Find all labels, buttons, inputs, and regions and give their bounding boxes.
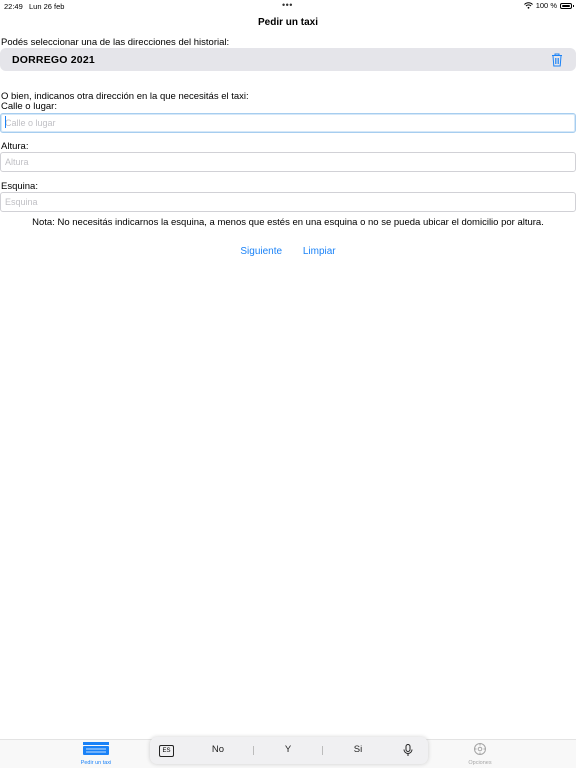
street-input[interactable] (0, 113, 576, 133)
history-item[interactable]: DORREGO 2021 (0, 48, 576, 71)
microphone-icon[interactable] (403, 744, 413, 757)
clear-button[interactable]: Limpiar (303, 246, 336, 257)
suggestion-si[interactable]: Si (328, 744, 388, 755)
history-item-address: DORREGO 2021 (12, 54, 95, 66)
tab-label: Pedir un taxi (80, 760, 112, 766)
status-bar: 22:49 Lun 26 feb ••• 100 % (0, 0, 576, 12)
battery-icon (560, 2, 574, 9)
next-button[interactable]: Siguiente (240, 246, 282, 257)
multitasking-dots-icon[interactable]: ••• (282, 0, 293, 10)
text-caret (5, 116, 6, 128)
keyboard-language-button[interactable]: ES (159, 745, 174, 757)
taxi-logo-icon (83, 742, 109, 755)
status-date: Lun 26 feb (29, 2, 65, 11)
page-title: Pedir un taxi (257, 17, 318, 28)
wifi-icon (523, 2, 533, 9)
trash-icon[interactable] (550, 52, 564, 67)
tab-opciones[interactable]: Opciones (450, 742, 510, 766)
battery-percent: 100 % (535, 1, 557, 10)
suggestion-divider (253, 746, 254, 755)
history-label: Podés seleccionar una de las direcciones… (1, 37, 230, 48)
number-input[interactable] (0, 152, 576, 172)
street-label: Calle o lugar: (1, 101, 57, 112)
status-right: 100 % (523, 1, 574, 10)
corner-label: Esquina: (1, 181, 38, 192)
number-label: Altura: (1, 141, 29, 152)
suggestion-divider (322, 746, 323, 755)
gear-icon (474, 743, 486, 755)
status-time: 22:49 (4, 2, 23, 11)
tab-pedir-un-taxi[interactable]: Pedir un taxi (66, 742, 126, 766)
keyboard-suggestion-bar: ES No Y Si (150, 737, 428, 764)
corner-input[interactable] (0, 192, 576, 212)
suggestion-no[interactable]: No (188, 744, 248, 755)
suggestion-y[interactable]: Y (258, 744, 318, 755)
tab-label: Opciones (468, 760, 492, 766)
action-buttons: Siguiente Limpiar (0, 246, 576, 257)
note-text: Nota: No necesitás indicarnos la esquina… (32, 217, 544, 228)
